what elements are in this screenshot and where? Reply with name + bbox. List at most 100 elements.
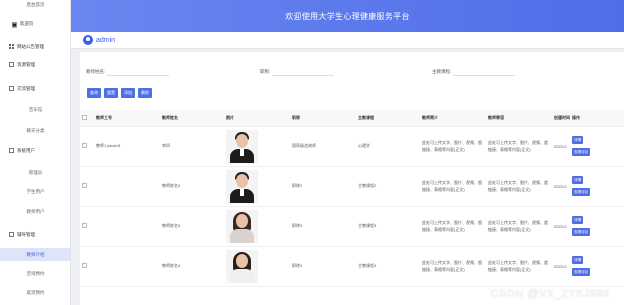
select-all-cell[interactable] <box>80 110 94 127</box>
table-row[interactable]: 教师姓名2 职称2 主教课程2 此处可上传文字、图片、视频、超链接、表格等内容(正文)… <box>80 166 624 207</box>
intro-text: 此处可上传文字、图片、视频、超链接、表格等内容(正文) <box>422 140 482 152</box>
teacher-intro: 此处可上传文字、图片、视频、超链接、表格等内容(正文) <box>420 166 486 207</box>
search-label: 教师姓名: <box>86 69 106 74</box>
column-header[interactable]: 照片 <box>224 110 290 127</box>
sidebar-item[interactable]: 交流管理 <box>0 82 70 95</box>
teacher-course: 心理学 <box>356 126 420 167</box>
sidebar-item[interactable]: 教师介绍 <box>0 248 70 261</box>
select-cell[interactable] <box>80 206 94 247</box>
motto-text: 此处可上传文字、图片、视频、超链接、表格等内容(正文) <box>488 260 548 272</box>
teacher-title: 职称2 <box>290 166 356 207</box>
photo-cell <box>224 166 290 207</box>
sidebar-home-link[interactable]: 后台首页 <box>0 2 70 8</box>
detail-button[interactable]: 详情 <box>572 256 584 264</box>
table-row[interactable]: 教师姓名4 职称4 主教课程4 此处可上传文字、图片、视频、超链接、表格等内容(正文)… <box>80 246 624 287</box>
action-buttons: 查询 重置 添加 删除 <box>87 88 152 98</box>
reset-button[interactable]: 重置 <box>104 88 118 98</box>
created-time: 2023-0 <box>552 246 570 287</box>
user-avatar-icon[interactable] <box>83 35 93 45</box>
teacher-motto: 此处可上传文字、图片、视频、超链接、表格等内容(正文) <box>486 166 552 207</box>
sidebar-item[interactable]: 网站公告管理 <box>0 40 70 53</box>
teacher-photo[interactable] <box>226 129 258 163</box>
intro-text: 此处可上传文字、图片、视频、超链接、表格等内容(正文) <box>422 180 482 192</box>
column-header[interactable]: 教师姓名 <box>160 110 224 127</box>
delete-button[interactable]: 删除 <box>138 88 152 98</box>
query-button[interactable]: 查询 <box>87 88 101 98</box>
sidebar-item[interactable]: 系统用户 <box>0 144 70 157</box>
select-cell[interactable] <box>80 126 94 167</box>
column-header[interactable]: 主教课程 <box>356 110 420 127</box>
sidebar-item[interactable]: 教师用户 <box>0 205 70 218</box>
teacher-intro: 此处可上传文字、图片、视频、超链接、表格等内容(正文) <box>420 206 486 247</box>
search-field-name: 教师姓名: <box>86 68 170 76</box>
user-bar: admin <box>71 32 624 49</box>
sidebar-item-label: 管理员 <box>28 169 43 175</box>
title-input[interactable] <box>272 68 335 76</box>
teacher-photo[interactable] <box>226 209 258 243</box>
detail-button[interactable]: 详情 <box>572 136 584 144</box>
sidebar-item-label: 教师用户 <box>26 208 45 214</box>
sidebar-item-label: 欢迎页 <box>19 21 34 26</box>
teacher-photo[interactable] <box>226 169 258 203</box>
checkbox[interactable] <box>82 143 87 148</box>
checkbox[interactable] <box>82 183 87 188</box>
sidebar-item[interactable]: 取消预约 <box>0 286 70 299</box>
sidebar-item[interactable]: 资源管理 <box>0 58 70 71</box>
box-icon <box>9 148 14 153</box>
row-actions: 详情 查看评论 <box>572 136 624 156</box>
photo-cell <box>224 126 290 167</box>
intro-text: 此处可上传文字、图片、视频、超链接、表格等内容(正文) <box>422 220 482 232</box>
teacher-id <box>94 166 160 207</box>
ops-cell: 详情 查看评论 <box>570 206 624 247</box>
detail-button[interactable]: 详情 <box>572 216 584 224</box>
teacher-name-input[interactable] <box>107 68 170 76</box>
search-bar: 教师姓名: 职称: 主教课程: <box>86 68 616 78</box>
row-actions: 详情 查看评论 <box>572 216 624 236</box>
checkbox[interactable] <box>82 223 87 228</box>
sidebar-item[interactable]: 学生用户 <box>0 185 70 198</box>
table-row[interactable]: 教师姓名3 职称3 主教课程3 此处可上传文字、图片、视频、超链接、表格等内容(正文)… <box>80 206 624 247</box>
column-header[interactable]: 教师寄语 <box>486 110 552 127</box>
sidebar-item-welcome[interactable]: ▣ 欢迎页 <box>0 18 70 30</box>
search-label: 职称: <box>260 69 271 74</box>
table-row[interactable]: 教师1 jiaoshi1 李四 国家级咨询师 心理学 此处可上传文字、图片、视频、超链接… <box>80 126 624 167</box>
sidebar-item[interactable]: 咨询预约 <box>0 267 70 280</box>
page-title: 欢迎使用大学生心理健康服务平台 <box>285 11 410 21</box>
teacher-name: 李四 <box>160 126 224 167</box>
teacher-title: 国家级咨询师 <box>290 126 356 167</box>
sidebar-item-label: 辅导管理 <box>17 231 35 237</box>
detail-button[interactable]: 详情 <box>572 176 584 184</box>
course-input[interactable] <box>453 68 516 76</box>
select-cell[interactable] <box>80 166 94 207</box>
view-comments-button[interactable]: 查看评论 <box>572 148 591 156</box>
sidebar-item[interactable]: 管理员 <box>0 166 70 179</box>
select-cell[interactable] <box>80 246 94 287</box>
teacher-name: 教师姓名2 <box>160 166 224 207</box>
view-comments-button[interactable]: 查看评论 <box>572 188 591 196</box>
sidebar-item-label: 教师介绍 <box>26 251 45 257</box>
teacher-intro: 此处可上传文字、图片、视频、超链接、表格等内容(正文) <box>420 246 486 287</box>
sidebar-item[interactable]: 音乐馆 <box>0 103 70 116</box>
checkbox[interactable] <box>82 114 87 120</box>
sidebar-item-label: 音乐馆 <box>28 106 43 112</box>
content-panel: 教师姓名: 职称: 主教课程: 查询 重置 添加 删除 教师工号 教师姓名 照片… <box>80 52 624 305</box>
sidebar-item[interactable]: 辅导管理 <box>0 228 70 241</box>
column-header[interactable]: 教师工号 <box>94 110 160 127</box>
teacher-id <box>94 246 160 287</box>
column-header[interactable]: 职称 <box>290 110 356 127</box>
column-header[interactable]: 教师简介 <box>420 110 486 127</box>
sidebar-item[interactable]: 聊天分类 <box>0 124 70 137</box>
table-header-row: 教师工号 教师姓名 照片 职称 主教课程 教师简介 教师寄语 创建时间 操作 <box>80 110 624 127</box>
add-button[interactable]: 添加 <box>121 88 135 98</box>
username[interactable]: admin <box>96 37 115 44</box>
teacher-photo[interactable] <box>226 249 258 283</box>
view-comments-button[interactable]: 查看评论 <box>572 268 591 276</box>
view-comments-button[interactable]: 查看评论 <box>572 228 591 236</box>
column-header[interactable]: 创建时间 <box>552 110 570 127</box>
sidebar-item-label: 系统用户 <box>17 147 35 153</box>
sidebar: 后台首页 ▣ 欢迎页 网站公告管理 资源管理交流管理音乐馆聊天分类系统用户管理员学… <box>0 0 71 305</box>
created-time: 2023-0 <box>552 206 570 247</box>
checkbox[interactable] <box>82 263 87 268</box>
ops-cell: 详情 查看评论 <box>570 126 624 167</box>
teacher-title: 职称4 <box>290 246 356 287</box>
